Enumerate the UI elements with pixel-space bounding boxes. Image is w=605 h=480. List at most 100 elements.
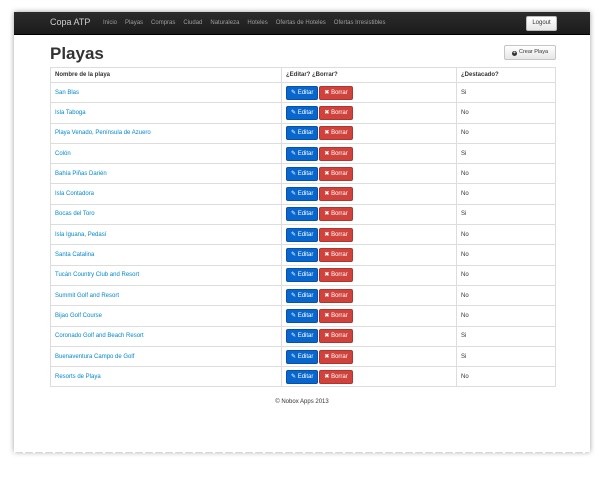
beach-name-link[interactable]: Summit Golf and Resort — [55, 293, 119, 299]
edit-button[interactable]: ✎ Editar — [286, 105, 319, 120]
nav-item-compras[interactable]: Compras — [151, 12, 181, 34]
edit-button[interactable]: ✎ Editar — [286, 227, 319, 242]
edit-label: Editar — [297, 312, 314, 319]
nav-item-ciudad[interactable]: Ciudad — [183, 12, 208, 34]
featured-cell: No — [456, 264, 556, 286]
nav-item-inicio[interactable]: Inicio — [103, 12, 123, 34]
delete-label: Borrar — [331, 150, 348, 157]
edit-icon: ✎ — [291, 333, 297, 340]
beach-name-link[interactable]: San Blas — [55, 90, 79, 96]
table-row: Buenaventura Campo de Golf ✎ Editar ✖ Borr… — [50, 345, 556, 368]
featured-cell: Si — [456, 345, 556, 368]
edit-button[interactable]: ✎ Editar — [286, 248, 319, 263]
nav-item-playas[interactable]: Playas — [125, 12, 149, 34]
nav-item-hoteles[interactable]: Hoteles — [247, 12, 273, 34]
delete-button[interactable]: ✖ Borrar — [319, 166, 353, 181]
edit-button[interactable]: ✎ Editar — [286, 308, 319, 323]
edit-icon: ✎ — [291, 252, 297, 259]
actions-cell: ✎ Editar ✖ Borrar — [281, 122, 457, 144]
delete-button[interactable]: ✖ Borrar — [319, 329, 353, 344]
table-row: Isla Taboga ✎ Editar ✖ Borrar No — [50, 102, 556, 124]
delete-button[interactable]: ✖ Borrar — [319, 105, 353, 120]
delete-icon: ✖ — [324, 333, 330, 340]
delete-button[interactable]: ✖ Borrar — [319, 207, 353, 222]
actions-cell: ✎ Editar ✖ Borrar — [281, 203, 457, 226]
beaches-table: Nombre de la playa ¿Editar? ¿Borrar? ¿De… — [50, 67, 556, 388]
delete-button[interactable]: ✖ Borrar — [319, 227, 353, 242]
beach-name-link[interactable]: Bijao Golf Course — [55, 313, 102, 319]
delete-label: Borrar — [331, 211, 348, 218]
edit-icon: ✎ — [291, 191, 297, 198]
beach-name-link[interactable]: Buenaventura Campo de Golf — [55, 354, 134, 360]
table-row: Coronado Golf and Beach Resort ✎ Editar ✖ … — [50, 325, 556, 347]
edit-button[interactable]: ✎ Editar — [286, 288, 319, 303]
delete-button[interactable]: ✖ Borrar — [319, 126, 353, 141]
actions-cell: ✎ Editar ✖ Borrar — [281, 305, 457, 327]
edit-icon: ✎ — [291, 211, 297, 218]
beach-name-link[interactable]: Tucán Country Club and Resort — [55, 272, 139, 278]
edit-label: Editar — [297, 231, 314, 238]
beach-cell: Buenaventura Campo de Golf — [50, 345, 282, 368]
beach-name-link[interactable]: Bocas del Toro — [55, 211, 95, 217]
edit-button[interactable]: ✎ Editar — [286, 85, 319, 100]
column-header-featured: ¿Destacado? — [456, 67, 556, 83]
beach-name-link[interactable]: Coronado Golf and Beach Resort — [55, 333, 144, 339]
beach-cell: Bijao Golf Course — [50, 305, 282, 327]
delete-button[interactable]: ✖ Borrar — [319, 85, 353, 100]
featured-cell: No — [456, 366, 556, 388]
nav-item-naturaleza[interactable]: Naturaleza — [210, 12, 245, 34]
beach-name-link[interactable]: Isla Taboga — [55, 110, 86, 116]
column-header-name: Nombre de la playa — [50, 67, 282, 83]
beach-name-link[interactable]: Colón — [55, 151, 71, 157]
edit-button[interactable]: ✎ Editar — [286, 329, 319, 344]
edit-button[interactable]: ✎ Editar — [286, 187, 319, 202]
beach-cell: Isla Contadora — [50, 183, 282, 205]
nav-item-ofertas-hoteles[interactable]: Ofertas de Hoteles — [276, 12, 332, 34]
delete-button[interactable]: ✖ Borrar — [319, 268, 353, 283]
beach-name-link[interactable]: Isla Iguana, Pedasí — [55, 232, 106, 238]
beach-name-link[interactable]: Santa Catalina — [55, 252, 94, 258]
featured-cell: No — [456, 244, 556, 266]
brand-link[interactable]: Copa ATP — [50, 17, 90, 27]
beach-name-link[interactable]: Bahía Piñas Darién — [55, 171, 107, 177]
logout-button[interactable]: Logout — [526, 16, 557, 31]
edit-button[interactable]: ✎ Editar — [286, 166, 319, 181]
nav-menu: Inicio Playas Compras Ciudad Naturaleza … — [103, 12, 393, 34]
nav-item-ofertas-irresistibles[interactable]: Ofertas Irresistibles — [334, 12, 392, 34]
edit-button[interactable]: ✎ Editar — [286, 369, 319, 384]
actions-cell: ✎ Editar ✖ Borrar — [281, 366, 457, 388]
edit-icon: ✎ — [291, 272, 297, 279]
edit-icon: ✎ — [291, 170, 297, 177]
delete-button[interactable]: ✖ Borrar — [319, 308, 353, 323]
delete-icon: ✖ — [324, 272, 330, 279]
beach-cell: Isla Iguana, Pedasí — [50, 224, 282, 246]
delete-button[interactable]: ✖ Borrar — [319, 349, 353, 364]
delete-button[interactable]: ✖ Borrar — [319, 248, 353, 263]
delete-icon: ✖ — [324, 150, 330, 157]
page-title: Playas — [50, 44, 104, 63]
featured-cell: No — [456, 122, 556, 144]
edit-button[interactable]: ✎ Editar — [286, 207, 319, 222]
actions-cell: ✎ Editar ✖ Borrar — [281, 102, 457, 124]
delete-button[interactable]: ✖ Borrar — [319, 369, 353, 384]
delete-button[interactable]: ✖ Borrar — [319, 146, 353, 161]
beach-name-link[interactable]: Isla Contadora — [55, 191, 94, 197]
edit-icon: ✎ — [291, 312, 297, 319]
edit-button[interactable]: ✎ Editar — [286, 146, 319, 161]
featured-cell: No — [456, 163, 556, 185]
edit-label: Editar — [297, 373, 314, 380]
delete-label: Borrar — [331, 333, 348, 340]
edit-button[interactable]: ✎ Editar — [286, 349, 319, 364]
beach-name-link[interactable]: Resorts de Playa — [55, 374, 101, 380]
edit-button[interactable]: ✎ Editar — [286, 126, 319, 141]
create-beach-button[interactable]: + Crear Playa — [504, 45, 556, 60]
edit-button[interactable]: ✎ Editar — [286, 268, 319, 283]
delete-button[interactable]: ✖ Borrar — [319, 187, 353, 202]
delete-button[interactable]: ✖ Borrar — [319, 288, 353, 303]
table-row: Isla Contadora ✎ Editar ✖ Borrar No — [50, 183, 556, 205]
beach-name-link[interactable]: Playa Venado, Península de Azuero — [55, 130, 151, 136]
table-header-row: Nombre de la playa ¿Editar? ¿Borrar? ¿De… — [50, 67, 556, 83]
edit-label: Editar — [297, 170, 314, 177]
beach-cell: Summit Golf and Resort — [50, 284, 282, 307]
edit-icon: ✎ — [291, 231, 297, 238]
